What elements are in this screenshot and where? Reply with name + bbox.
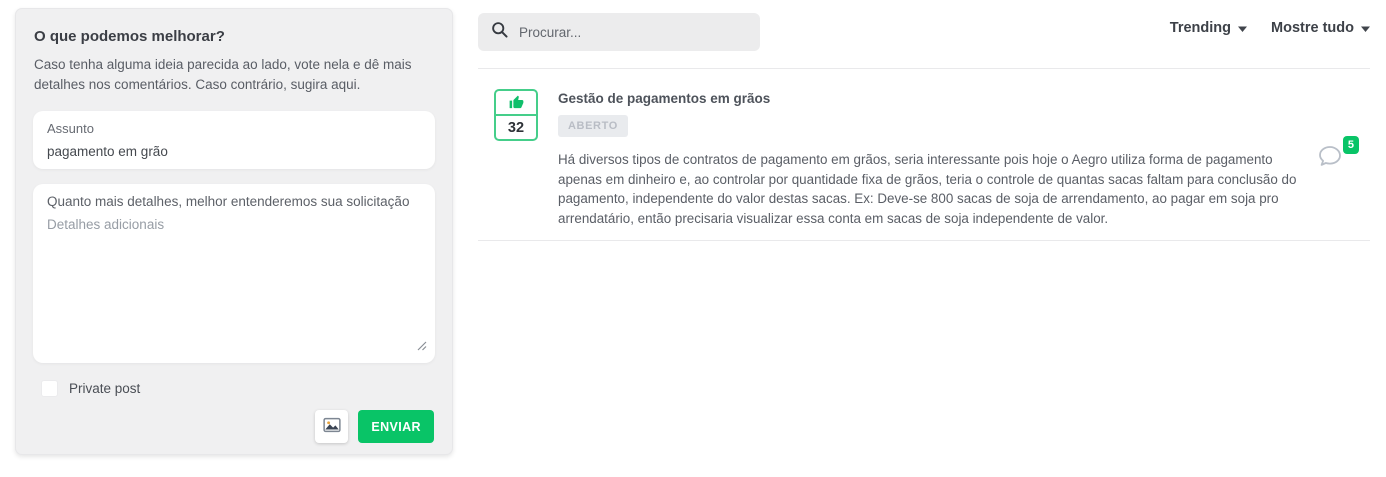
caret-down-icon [1361, 20, 1370, 36]
feedback-board: O que podemos melhorar? Caso tenha algum… [0, 0, 1386, 477]
divider [478, 68, 1370, 69]
vote-count: 32 [496, 116, 536, 139]
panel-title: O que podemos melhorar? [34, 28, 435, 45]
caret-down-icon [1238, 20, 1247, 36]
filter-dropdown-label: Mostre tudo [1271, 20, 1354, 36]
post-body: Gestão de pagamentos em grãos ABERTO Há … [558, 89, 1370, 228]
subject-input[interactable] [47, 144, 421, 159]
search-box[interactable] [478, 13, 760, 51]
comment-count-badge: 5 [1343, 136, 1359, 154]
sort-dropdown-label: Trending [1170, 20, 1231, 36]
posts-column: Trending Mostre tudo 32 [478, 0, 1378, 477]
private-post-row: Private post [41, 379, 435, 397]
sort-controls: Trending Mostre tudo [1170, 20, 1370, 36]
post-title[interactable]: Gestão de pagamentos em grãos [558, 91, 1370, 106]
resize-grip-icon[interactable] [417, 338, 427, 356]
post-item: 32 Gestão de pagamentos em grãos ABERTO … [494, 89, 1370, 240]
attach-image-button[interactable] [315, 410, 348, 443]
panel-description: Caso tenha alguma ideia parecida ao lado… [34, 55, 432, 95]
details-textarea[interactable] [47, 217, 421, 343]
private-post-checkbox[interactable] [41, 380, 58, 397]
divider [478, 240, 1370, 241]
form-actions: ENVIAR [33, 410, 435, 443]
submit-button[interactable]: ENVIAR [358, 410, 434, 443]
status-badge: ABERTO [558, 115, 628, 137]
comments-indicator[interactable]: 5 [1316, 144, 1344, 170]
filter-dropdown[interactable]: Mostre tudo [1271, 20, 1370, 36]
details-field-card: Quanto mais detalhes, melhor entenderemo… [33, 184, 435, 363]
private-post-label: Private post [69, 381, 140, 396]
thumbs-up-icon [496, 91, 536, 116]
comment-icon [1316, 157, 1344, 174]
details-label: Quanto mais detalhes, melhor entenderemo… [47, 194, 421, 209]
search-input[interactable] [517, 24, 747, 41]
sort-dropdown[interactable]: Trending [1170, 20, 1247, 36]
image-icon [323, 417, 341, 436]
upvote-button[interactable]: 32 [494, 89, 538, 141]
subject-label: Assunto [47, 121, 421, 136]
post-description: Há diversos tipos de contratos de pagame… [558, 150, 1308, 228]
search-icon [491, 21, 508, 43]
subject-field-card: Assunto [33, 111, 435, 169]
suggestion-panel: O que podemos melhorar? Caso tenha algum… [15, 8, 453, 455]
